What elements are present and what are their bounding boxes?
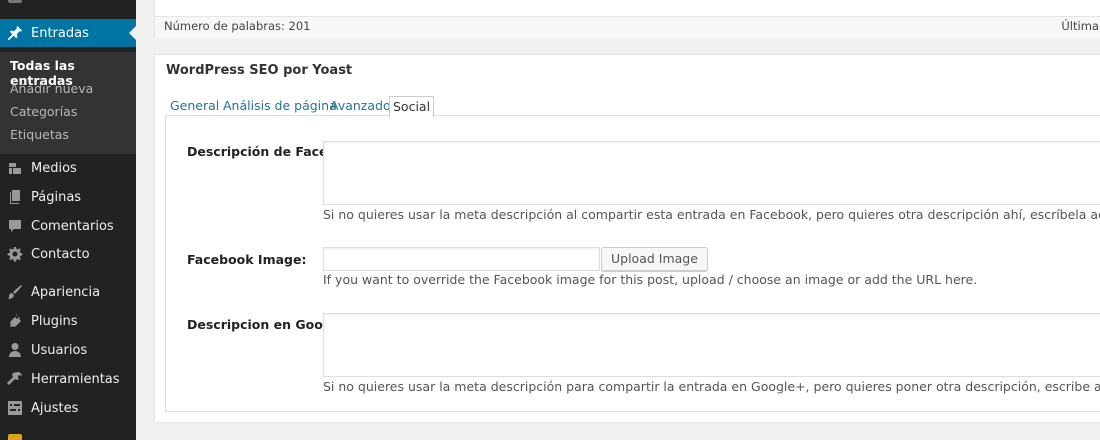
sidebar-item-apariencia[interactable]: Apariencia xyxy=(0,278,136,306)
wrench-icon xyxy=(7,371,23,387)
social-tab-panel: Descripción de Facebook: Si no quieres u… xyxy=(165,115,1100,412)
sidebar-item-label: Ajustes xyxy=(31,400,79,416)
facebook-image-help: If you want to override the Facebook ima… xyxy=(323,272,978,287)
tab-advanced[interactable]: Avanzado xyxy=(330,96,391,116)
sidebar-item-comentarios[interactable]: Comentarios xyxy=(0,212,136,240)
googleplus-description-textarea[interactable] xyxy=(323,313,1100,377)
sidebar-item-herramientas[interactable]: Herramientas xyxy=(0,365,136,393)
facebook-description-help: Si no quieres usar la meta descripción a… xyxy=(323,207,1100,222)
main-content: Número de palabras: 201 Última ed WordPr… xyxy=(136,0,1100,440)
submenu-item-add-new[interactable]: Añadir nueva xyxy=(10,81,93,96)
sidebar-item-label: Apariencia xyxy=(31,284,101,300)
admin-sidebar: Entradas Todas las entradas Añadir nueva… xyxy=(0,0,136,440)
tab-page-analysis[interactable]: Análisis de página xyxy=(223,96,337,116)
sidebar-item-label: Comentarios xyxy=(31,218,114,234)
pushpin-icon xyxy=(7,25,23,41)
sidebar-item-ajustes[interactable]: Ajustes xyxy=(0,394,136,422)
sidebar-bottom-item[interactable] xyxy=(8,434,22,440)
last-edited: Última ed xyxy=(1061,19,1100,33)
word-count: Número de palabras: 201 xyxy=(164,19,311,33)
sidebar-item-contacto[interactable]: Contacto xyxy=(0,240,136,268)
comment-icon xyxy=(7,218,23,234)
facebook-image-label: Facebook Image: xyxy=(187,252,307,267)
sidebar-item-label: Entradas xyxy=(31,25,89,41)
sidebar-item-label: Plugins xyxy=(31,313,78,329)
tab-social[interactable]: Social xyxy=(389,96,435,118)
sidebar-item-label: Usuarios xyxy=(31,342,88,358)
yoast-seo-metabox: WordPress SEO por Yoast General Análisis… xyxy=(154,54,1100,423)
submenu-item-categories[interactable]: Categorías xyxy=(10,104,77,119)
settings-icon xyxy=(7,400,23,416)
sidebar-item-label: Contacto xyxy=(31,246,90,262)
plugin-icon xyxy=(7,313,23,329)
pages-icon xyxy=(7,189,23,205)
tab-general[interactable]: General xyxy=(170,96,219,116)
sidebar-item-medios[interactable]: Medios xyxy=(0,154,136,182)
facebook-description-textarea[interactable] xyxy=(323,141,1100,205)
sidebar-item-label: Herramientas xyxy=(31,371,120,387)
sidebar-item-plugins[interactable]: Plugins xyxy=(0,307,136,335)
sidebar-item-label: Páginas xyxy=(31,189,82,205)
submenu-entradas: Todas las entradas Añadir nueva Categorí… xyxy=(0,52,136,154)
sidebar-top-item[interactable] xyxy=(0,0,136,4)
submenu-item-tags[interactable]: Etiquetas xyxy=(10,127,69,142)
media-icon xyxy=(7,160,23,176)
sidebar-item-entradas[interactable]: Entradas xyxy=(0,19,136,47)
sidebar-item-usuarios[interactable]: Usuarios xyxy=(0,336,136,364)
metabox-title[interactable]: WordPress SEO por Yoast xyxy=(166,63,352,78)
sidebar-item-label: Medios xyxy=(31,160,77,176)
sidebar-item-paginas[interactable]: Páginas xyxy=(0,183,136,211)
user-icon xyxy=(7,342,23,358)
facebook-image-url-input[interactable] xyxy=(323,247,600,271)
paintbrush-icon xyxy=(7,284,23,300)
gear-icon xyxy=(7,246,23,262)
upload-image-button[interactable]: Upload Image xyxy=(601,247,708,271)
googleplus-description-help: Si no quieres usar la meta descripción p… xyxy=(323,379,1100,394)
post-status-info: Número de palabras: 201 Última ed xyxy=(154,0,1100,38)
